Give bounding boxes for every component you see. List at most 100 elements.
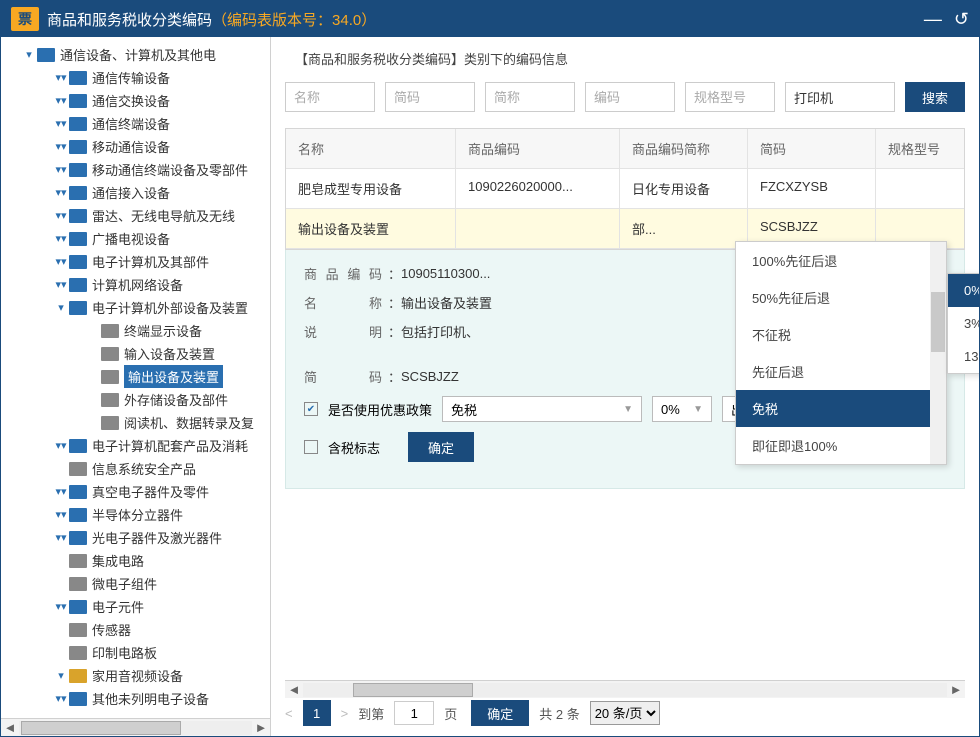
pager-pagesize-select[interactable]: 20 条/页 — [590, 701, 660, 725]
toggle-icon[interactable]: ▾▾ — [53, 186, 69, 199]
tree-node[interactable]: ▾▾移动通信终端设备及零部件 — [1, 158, 270, 181]
search-abbr-input[interactable] — [485, 82, 575, 112]
dropdown-item[interactable]: 先征后退 — [736, 353, 946, 390]
search-button[interactable]: 搜索 — [905, 82, 965, 112]
tree-label: 输出设备及装置 — [124, 365, 223, 388]
toggle-icon[interactable]: ▾▾ — [53, 600, 69, 613]
tree-node[interactable]: 外存储设备及部件 — [1, 388, 270, 411]
tree-node[interactable]: ▾▾电子元件 — [1, 595, 270, 618]
pager-confirm-button[interactable]: 确定 — [471, 700, 529, 726]
detail-desc-label: 说 明 — [304, 322, 382, 341]
search-name-input[interactable] — [285, 82, 375, 112]
tree-node[interactable]: 输入设备及装置 — [1, 342, 270, 365]
app-logo: 票 — [11, 7, 39, 31]
tree-node[interactable]: 信息系统安全产品 — [1, 457, 270, 480]
tree-node[interactable]: ▾▾电子计算机配套产品及消耗 — [1, 434, 270, 457]
tree-node[interactable]: ▾电子计算机外部设备及装置 — [1, 296, 270, 319]
toggle-icon[interactable]: ▾ — [21, 48, 37, 61]
tree-node[interactable]: ▾▾广播电视设备 — [1, 227, 270, 250]
tree-label: 通信终端设备 — [92, 114, 170, 133]
search-keyword-input[interactable] — [785, 82, 895, 112]
use-policy-checkbox[interactable]: ✔ — [304, 402, 318, 416]
tree-node[interactable]: ▾▾通信交换设备 — [1, 89, 270, 112]
toggle-icon[interactable]: ▾▾ — [53, 209, 69, 222]
toggle-icon[interactable]: ▾▾ — [53, 439, 69, 452]
dropdown-scrollbar[interactable] — [930, 242, 946, 464]
tree-node[interactable]: ▾▾通信接入设备 — [1, 181, 270, 204]
search-code-input[interactable] — [585, 82, 675, 112]
dropdown-item[interactable]: 100%先征后退 — [736, 242, 946, 279]
main-scrollbar[interactable]: ◄ ► — [285, 680, 965, 698]
rate-select[interactable]: 0%▼ — [652, 396, 712, 422]
tree-node[interactable]: ▾ 家用音视频设备 — [1, 664, 270, 687]
toggle-icon[interactable]: ▾▾ — [53, 508, 69, 521]
toggle-icon[interactable]: ▾▾ — [53, 485, 69, 498]
policy-select[interactable]: 免税▼ — [442, 396, 642, 422]
dropdown-item[interactable]: 即征即退100% — [736, 427, 946, 464]
policy-dropdown[interactable]: 100%先征后退50%先征后退不征税先征后退免税即征即退100% — [735, 241, 947, 465]
col-abbr: 商品编码简称 — [620, 129, 748, 169]
toggle-icon[interactable]: ▾▾ — [53, 531, 69, 544]
pager-current[interactable]: 1 — [303, 700, 331, 726]
tree-node[interactable]: 输出设备及装置 — [1, 365, 270, 388]
scroll-right-icon[interactable]: ► — [252, 720, 270, 735]
tree-node[interactable]: ▾▾半导体分立器件 — [1, 503, 270, 526]
toggle-icon[interactable]: ▾▾ — [53, 232, 69, 245]
tree-node[interactable]: ▾▾真空电子器件及零件 — [1, 480, 270, 503]
scroll-right-icon[interactable]: ► — [947, 682, 965, 697]
col-code: 商品编码 — [456, 129, 620, 169]
toggle-icon[interactable]: ▾ — [53, 669, 69, 682]
toggle-icon[interactable]: ▾▾ — [53, 255, 69, 268]
pager-goto-input[interactable] — [394, 701, 434, 725]
tree-node[interactable]: ▾▾移动通信设备 — [1, 135, 270, 158]
tree-node[interactable]: 集成电路 — [1, 549, 270, 572]
scroll-left-icon[interactable]: ◄ — [1, 720, 19, 735]
tax-flag-checkbox[interactable] — [304, 440, 318, 454]
back-icon[interactable]: ↺ — [954, 9, 969, 30]
pager-prev-icon[interactable]: < — [285, 706, 293, 721]
dropdown-item[interactable]: 不征税 — [736, 316, 946, 353]
dropdown-item[interactable]: 13% — [948, 340, 979, 373]
tree-node[interactable]: ▾▾计算机网络设备 — [1, 273, 270, 296]
tree-node[interactable]: ▾▾电子计算机及其部件 — [1, 250, 270, 273]
sidebar-scrollbar[interactable]: ◄ ► — [1, 718, 270, 736]
search-spec-input[interactable] — [685, 82, 775, 112]
folder-icon — [69, 117, 87, 131]
dropdown-item[interactable]: 0% — [948, 274, 979, 307]
toggle-icon[interactable]: ▾▾ — [53, 140, 69, 153]
detail-confirm-button[interactable]: 确定 — [408, 432, 474, 462]
toggle-icon[interactable]: ▾▾ — [53, 117, 69, 130]
tree-node[interactable]: ▾通信设备、计算机及其他电 — [1, 43, 270, 66]
tree-label: 家用音视频设备 — [92, 666, 183, 685]
tree-node[interactable]: ▾▾ 光电子器件及激光器件 — [1, 526, 270, 549]
tree-label: 光电子器件及激光器件 — [92, 528, 222, 547]
tree-node[interactable]: 阅读机、数据转录及复 — [1, 411, 270, 434]
table-row[interactable]: 肥皂成型专用设备1090226020000...日化专用设备FZCXZYSB — [286, 169, 964, 209]
tree-node[interactable]: 传感器 — [1, 618, 270, 641]
toggle-icon[interactable]: ▾▾ — [53, 163, 69, 176]
toggle-icon[interactable]: ▾▾ — [53, 692, 69, 705]
tree-node[interactable]: ▾▾ 通信终端设备 — [1, 112, 270, 135]
toggle-icon[interactable]: ▾▾ — [53, 94, 69, 107]
tree-node[interactable]: ▾▾通信传输设备 — [1, 66, 270, 89]
dropdown-item[interactable]: 免税 — [736, 390, 946, 427]
scroll-thumb[interactable] — [353, 683, 473, 697]
tree-node[interactable]: 终端显示设备 — [1, 319, 270, 342]
pager-next-icon[interactable]: > — [341, 706, 349, 721]
scroll-thumb[interactable] — [21, 721, 181, 735]
tree-node[interactable]: ▾▾其他未列明电子设备 — [1, 687, 270, 710]
tree-node[interactable]: ▾▾雷达、无线电导航及无线 — [1, 204, 270, 227]
rate-dropdown[interactable]: 0%3%13% — [947, 273, 979, 374]
tree-node[interactable]: 印制电路板 — [1, 641, 270, 664]
scroll-left-icon[interactable]: ◄ — [285, 682, 303, 697]
toggle-icon[interactable]: ▾ — [53, 301, 69, 314]
category-tree[interactable]: ▾通信设备、计算机及其他电▾▾通信传输设备▾▾通信交换设备▾▾通信终端设备▾▾移… — [1, 37, 270, 718]
search-simple-input[interactable] — [385, 82, 475, 112]
dropdown-item[interactable]: 3% — [948, 307, 979, 340]
tree-node[interactable]: 微电子组件 — [1, 572, 270, 595]
toggle-icon[interactable]: ▾▾ — [53, 278, 69, 291]
dropdown-item[interactable]: 50%先征后退 — [736, 279, 946, 316]
detail-simple-label: 简 码 — [304, 367, 382, 386]
minimize-icon[interactable]: — — [924, 9, 942, 30]
toggle-icon[interactable]: ▾▾ — [53, 71, 69, 84]
